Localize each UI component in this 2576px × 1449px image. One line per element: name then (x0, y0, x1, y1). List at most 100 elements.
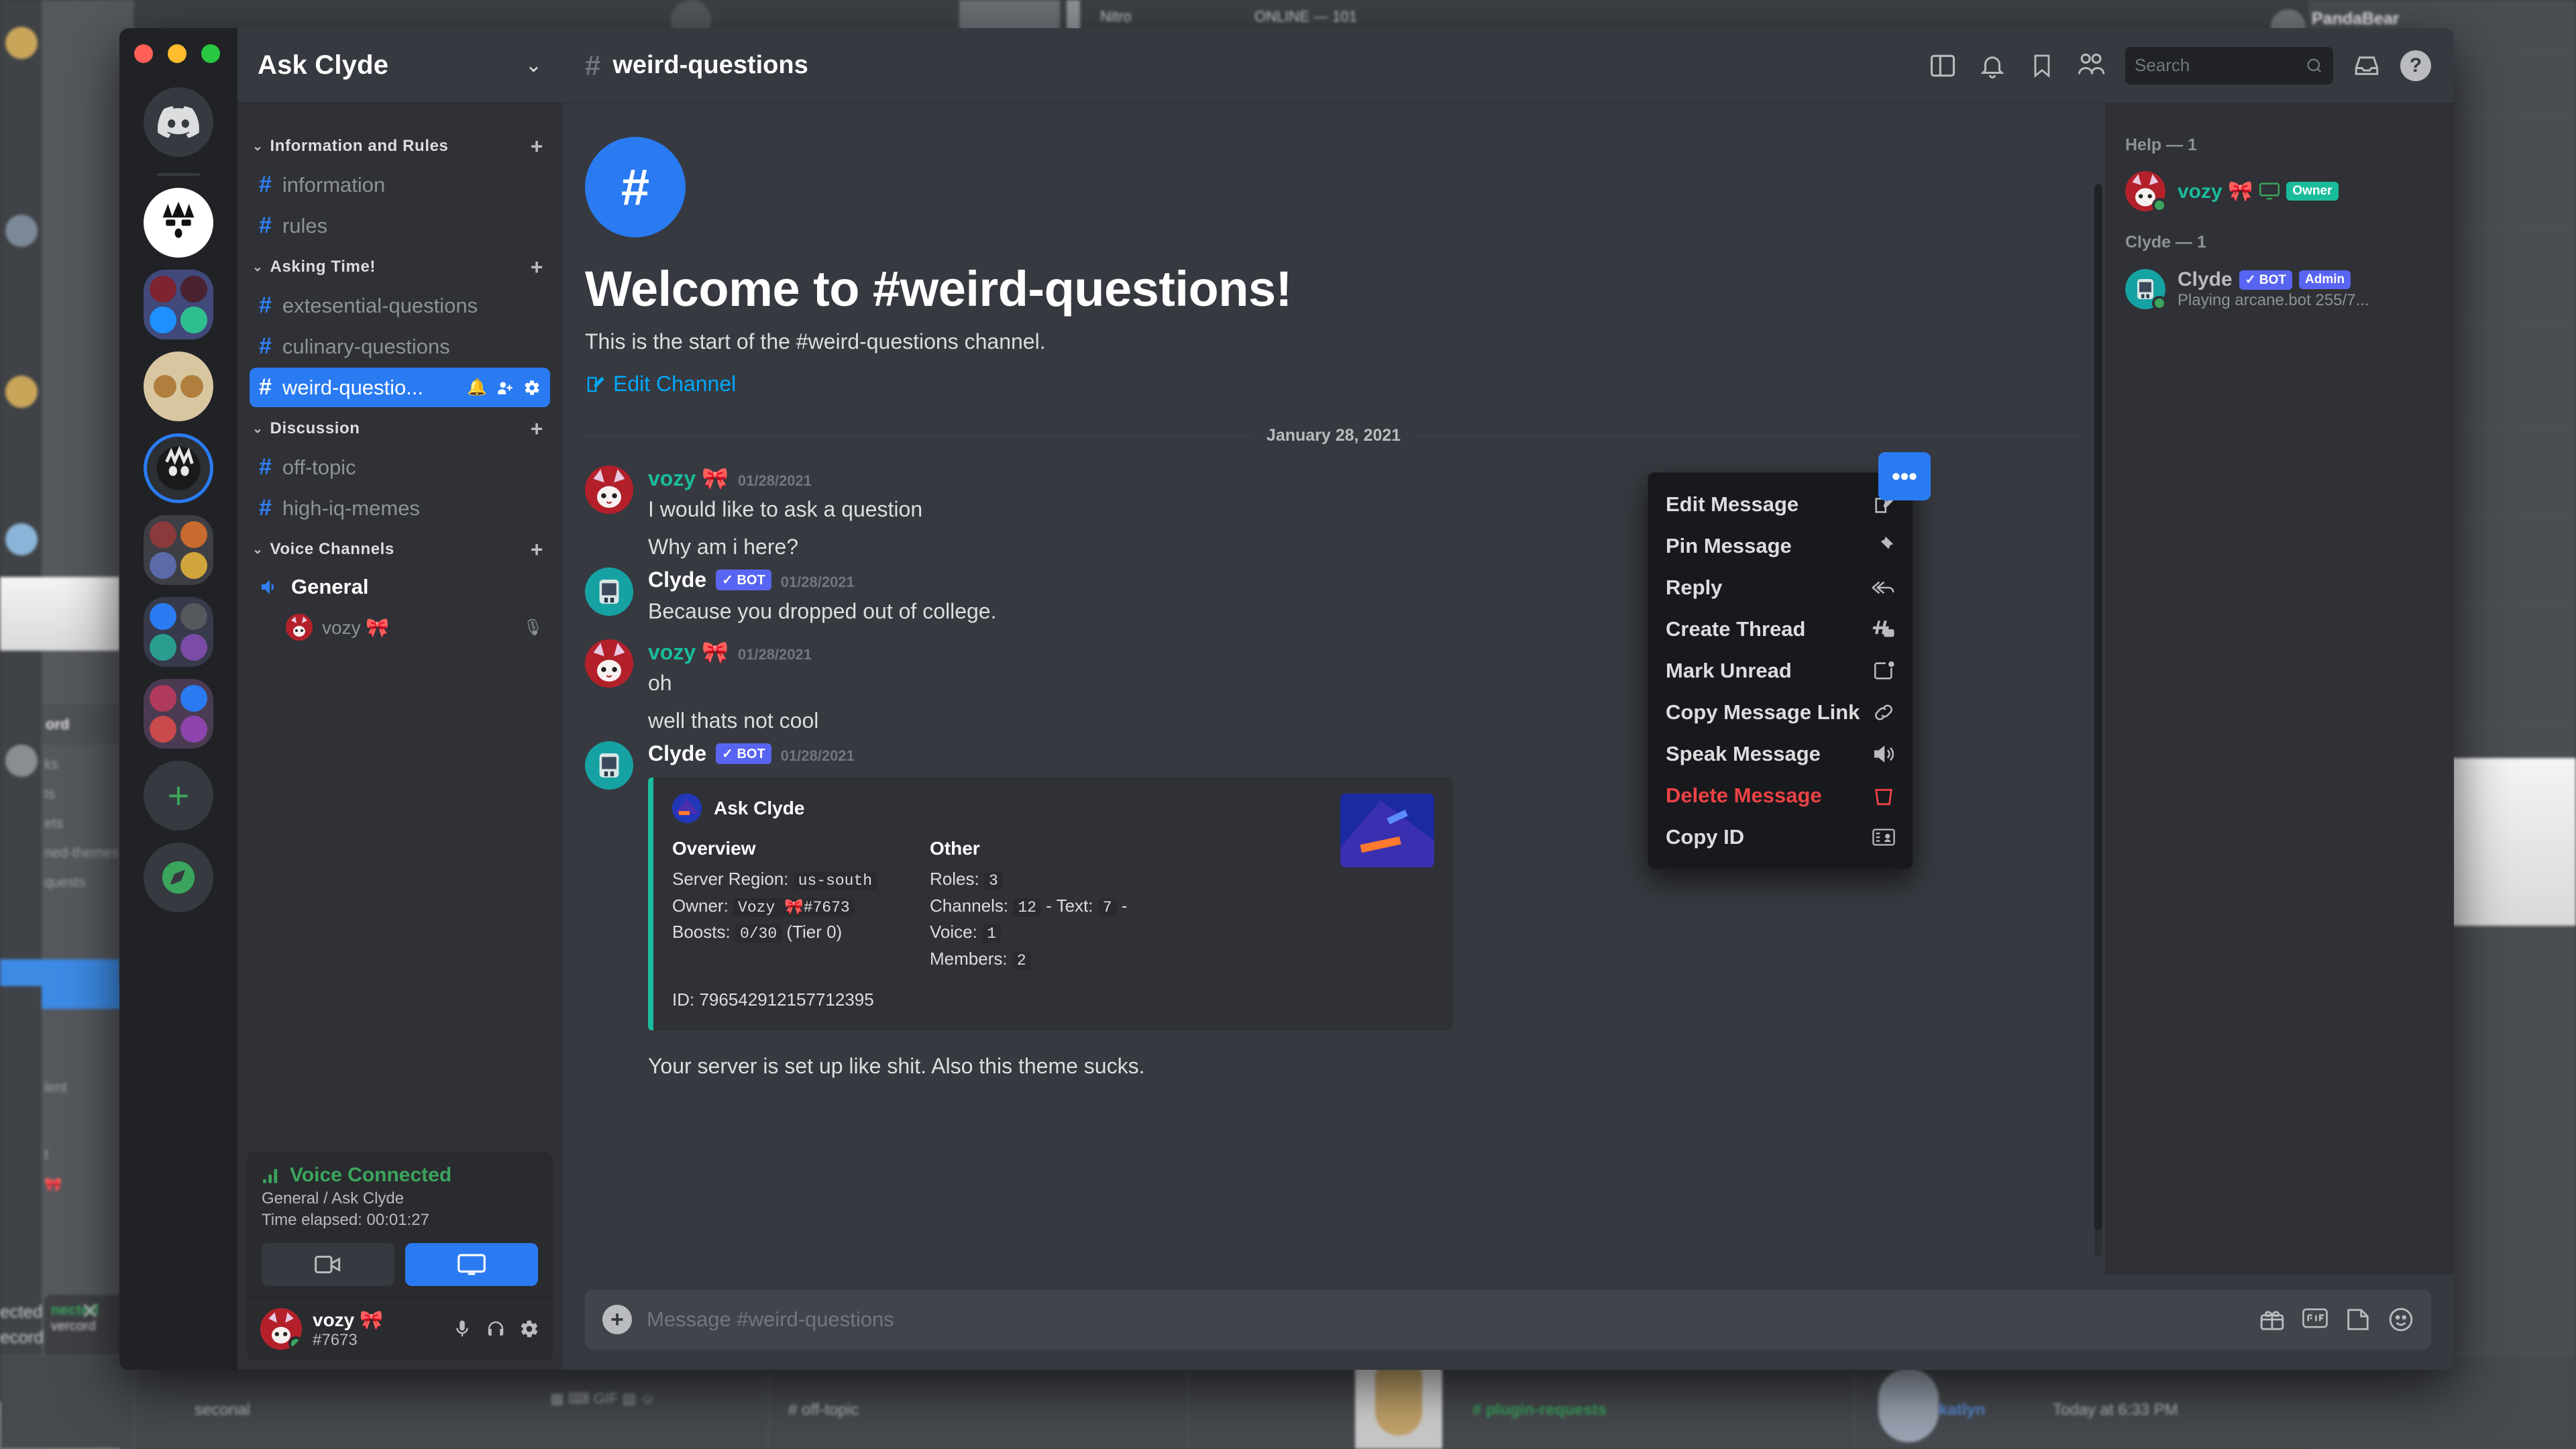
avatar[interactable] (585, 568, 633, 616)
channel-label: information (282, 173, 385, 197)
settings-gear-icon[interactable] (519, 1319, 539, 1339)
member-row-clyde[interactable]: Clyde ✓ BOT Admin Playing arcane.bot 255… (2120, 262, 2439, 317)
create-invite-icon[interactable] (496, 379, 514, 396)
avatar[interactable] (585, 639, 633, 688)
context-menu-item-mark-unread[interactable]: Mark Unread (1648, 650, 1913, 692)
server-icon-folder-4[interactable] (144, 679, 213, 749)
close-window-button[interactable] (134, 44, 153, 63)
context-menu-item-create-thread[interactable]: Create Thread (1648, 608, 1913, 650)
add-channel-button[interactable]: + (531, 256, 543, 278)
link-icon (1872, 702, 1895, 722)
home-button[interactable] (144, 87, 213, 157)
notification-bell-icon[interactable]: 🔔 (467, 378, 487, 397)
sidebar-channel-off-topic[interactable]: # off-topic (250, 447, 550, 487)
sidebar-voice-channel-general[interactable]: General (250, 568, 550, 606)
context-menu-item-edit-message[interactable]: Edit Message (1648, 484, 1913, 525)
member-row-vozy[interactable]: vozy 🎀 Owner (2120, 164, 2439, 218)
window-traffic-lights[interactable] (134, 44, 220, 63)
microphone-icon[interactable] (452, 1319, 472, 1339)
message-input[interactable]: + Message #weird-questions (585, 1289, 2431, 1350)
explore-servers-button[interactable] (144, 843, 213, 912)
current-user-panel[interactable]: vozy 🎀 #7673 (247, 1297, 553, 1360)
rail-divider (157, 173, 200, 176)
sidebar-channel-high-iq-memes[interactable]: # high-iq-memes (250, 488, 550, 528)
avatar[interactable] (260, 1308, 302, 1350)
hash-icon: # (259, 454, 272, 480)
edit-channel-link[interactable]: Edit Channel (585, 372, 2082, 396)
minimize-window-button[interactable] (168, 44, 186, 63)
server-icon-ask-clyde[interactable] (144, 433, 213, 503)
channel-label: high-iq-memes (282, 496, 420, 521)
bg-online-count: ONLINE — 101 (1254, 8, 1357, 25)
notification-bell-icon[interactable] (1976, 50, 2008, 82)
field-suffix: - Text: (1046, 896, 1093, 916)
context-menu-item-speak-message[interactable]: Speak Message (1648, 733, 1913, 775)
category-discussion[interactable]: ⌄ Discussion + (237, 409, 562, 446)
server-icon-folder-3[interactable] (144, 597, 213, 667)
edit-channel-label: Edit Channel (613, 372, 736, 396)
context-menu-item-reply[interactable]: Reply (1648, 567, 1913, 608)
gift-icon[interactable] (2259, 1307, 2285, 1332)
message-author[interactable]: vozy 🎀 (648, 466, 729, 491)
sticker-icon[interactable] (2345, 1307, 2371, 1332)
avatar[interactable] (585, 741, 633, 790)
server-rail: + (119, 28, 237, 1370)
message-text: Your server is set up like shit. Also th… (585, 1037, 2082, 1080)
add-channel-button[interactable]: + (531, 539, 543, 560)
pinned-messages-icon[interactable] (2026, 50, 2058, 82)
add-server-button[interactable]: + (144, 761, 213, 830)
avatar[interactable] (2125, 269, 2165, 309)
server-icon-anime[interactable] (144, 188, 213, 258)
category-asking-time[interactable]: ⌄ Asking Time! + (237, 247, 562, 284)
member-list-icon[interactable] (2076, 50, 2108, 82)
avatar[interactable] (2125, 171, 2165, 211)
server-icon-folder[interactable] (144, 270, 213, 339)
add-channel-button[interactable]: + (531, 136, 543, 157)
voice-participant-row[interactable]: vozy 🎀 🎙 (279, 610, 550, 645)
inbox-icon[interactable] (2351, 50, 2383, 82)
zoom-window-button[interactable] (201, 44, 220, 63)
pencil-square-icon (585, 374, 605, 394)
context-menu-item-delete-message[interactable]: Delete Message (1648, 775, 1913, 816)
channel-title: weird-questions (612, 51, 808, 80)
speaker-icon (1872, 744, 1895, 764)
message-author[interactable]: vozy 🎀 (648, 639, 729, 665)
embed-author-icon (672, 794, 702, 823)
server-icon-cookies[interactable] (144, 352, 213, 421)
screen-share-button[interactable] (405, 1243, 538, 1286)
gif-icon[interactable] (2302, 1307, 2328, 1332)
channel-settings-gear-icon[interactable] (523, 379, 541, 396)
context-item-label: Pin Message (1666, 534, 1792, 558)
sidebar-channel-culinary-questions[interactable]: # culinary-questions (250, 327, 550, 366)
sidebar-channel-weird-questions[interactable]: # weird-questio... 🔔 (250, 368, 550, 407)
help-icon[interactable]: ? (2400, 50, 2431, 81)
field-suffix: (Tier 0) (786, 922, 842, 942)
avatar[interactable] (585, 466, 633, 514)
scrollbar-thumb[interactable] (2094, 184, 2102, 1230)
chevron-down-icon[interactable]: ⌄ (525, 54, 542, 77)
message-author[interactable]: Clyde (648, 568, 706, 592)
sidebar-channel-rules[interactable]: # rules (250, 206, 550, 246)
server-icon-folder-2[interactable] (144, 515, 213, 585)
context-item-label: Mark Unread (1666, 659, 1792, 683)
headphones-icon[interactable] (486, 1319, 506, 1339)
search-input[interactable]: Search (2125, 47, 2333, 85)
context-menu-item-copy-message-link[interactable]: Copy Message Link (1648, 692, 1913, 733)
bg-bottom-item: katlyn (1939, 1401, 1985, 1419)
attach-file-button[interactable]: + (602, 1305, 632, 1334)
message-more-actions-button[interactable]: ••• (1878, 452, 1931, 500)
message-author[interactable]: Clyde (648, 741, 706, 766)
add-channel-button[interactable]: + (531, 418, 543, 439)
threads-icon[interactable] (1927, 50, 1959, 82)
category-information-and-rules[interactable]: ⌄ Information and Rules + (237, 126, 562, 164)
emoji-icon[interactable] (2388, 1307, 2414, 1332)
sidebar-channel-extesential-questions[interactable]: # extesential-questions (250, 286, 550, 325)
video-camera-button[interactable] (262, 1243, 394, 1286)
message-scrollbar[interactable] (2094, 184, 2102, 1257)
category-voice-channels[interactable]: ⌄ Voice Channels + (237, 529, 562, 567)
guild-header-button[interactable]: Ask Clyde ⌄ (237, 28, 562, 103)
sidebar-channel-information[interactable]: # information (250, 165, 550, 205)
context-menu-item-copy-id[interactable]: Copy ID (1648, 816, 1913, 858)
member-activity: Playing arcane.bot 255/7... (2178, 291, 2369, 310)
context-menu-item-pin-message[interactable]: Pin Message (1648, 525, 1913, 567)
